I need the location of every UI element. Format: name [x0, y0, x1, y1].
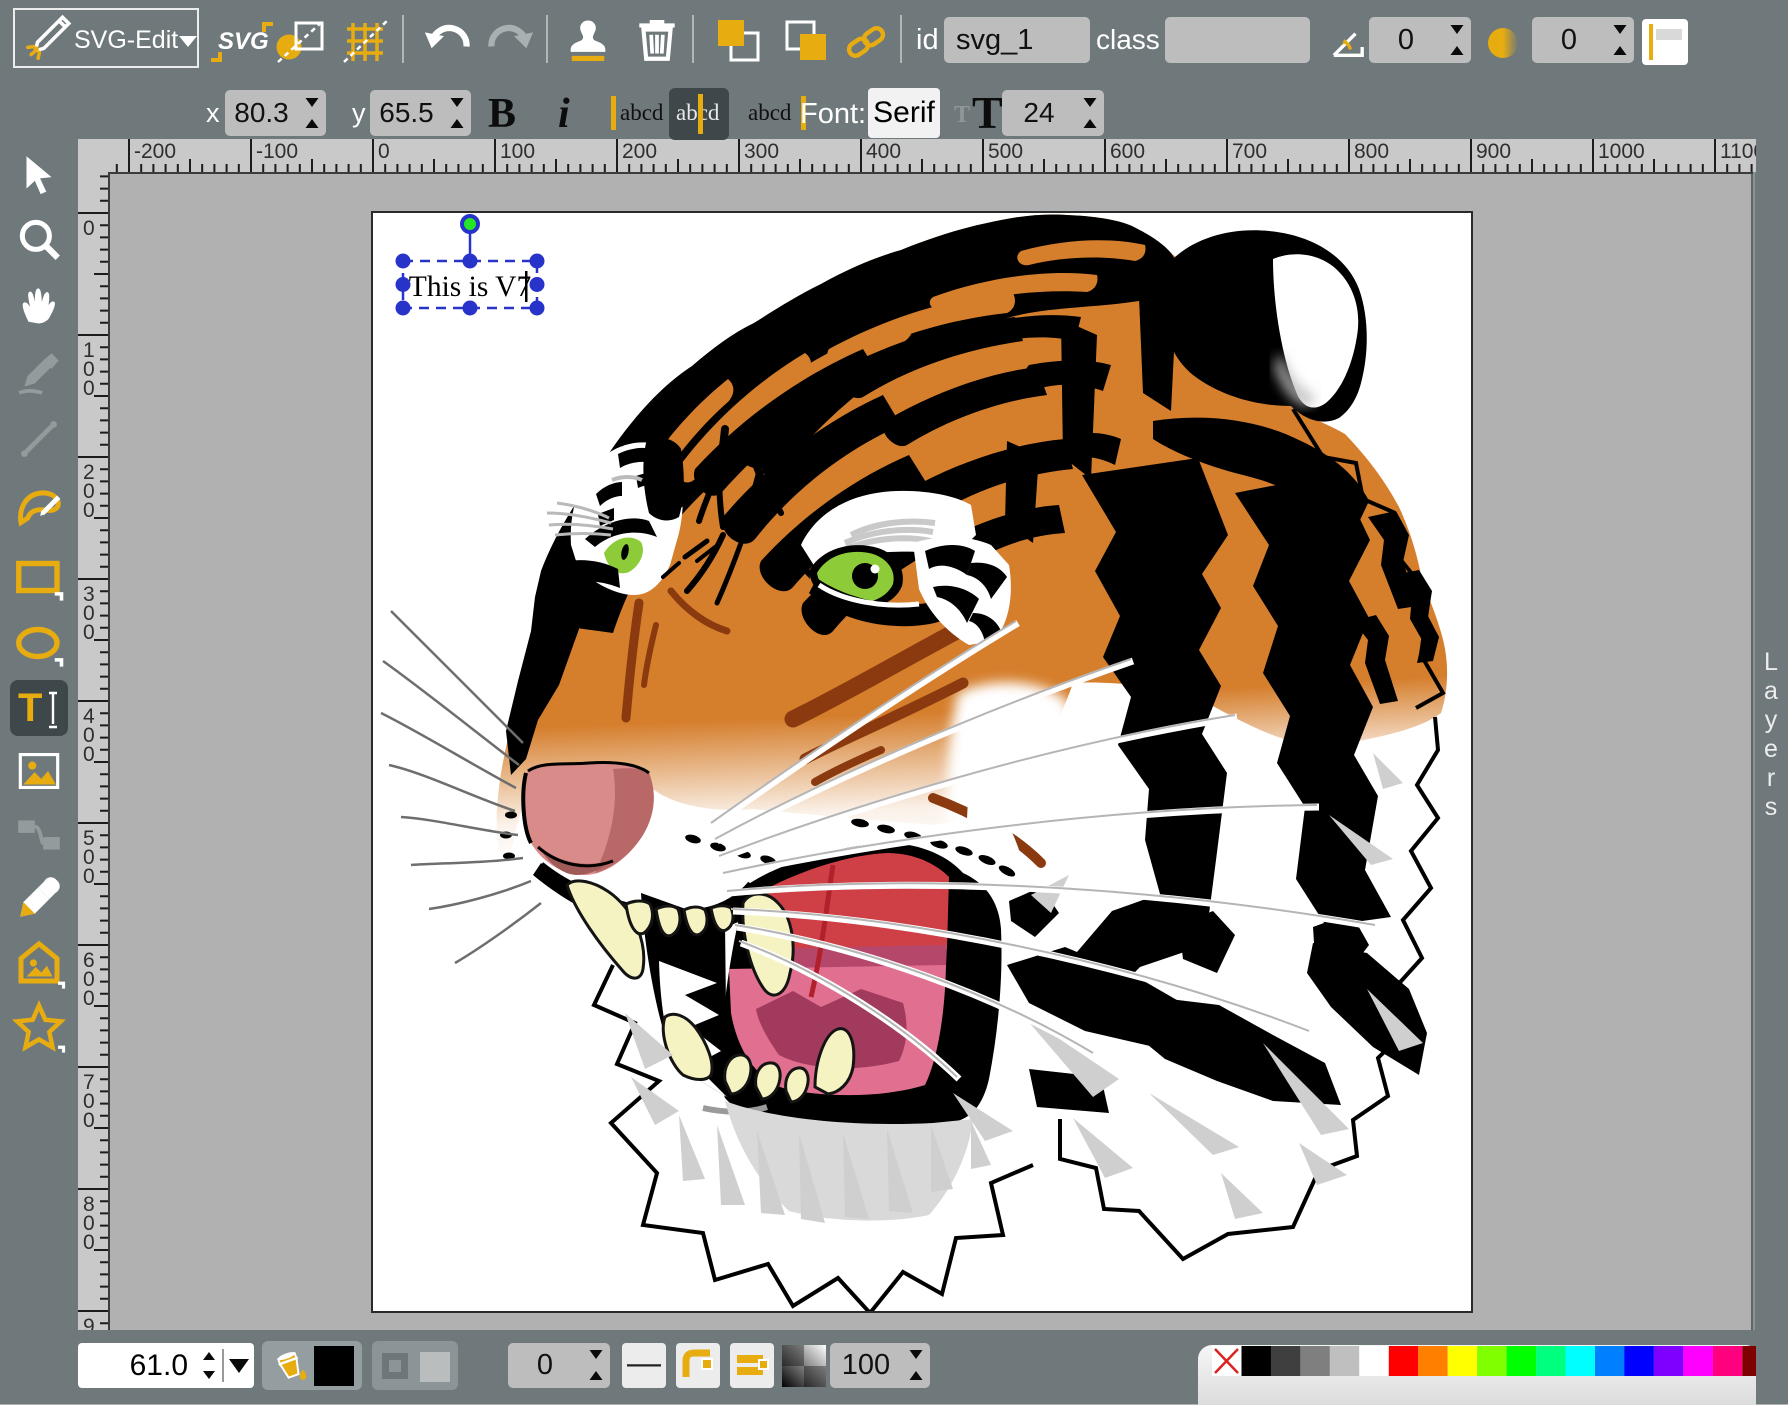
svg-text:900: 900	[1476, 140, 1511, 163]
svg-text:200: 200	[83, 461, 95, 522]
svg-text:600: 600	[83, 949, 95, 1010]
svg-text:800: 800	[83, 1193, 95, 1254]
svg-text:-100: -100	[256, 140, 298, 163]
svg-text:500: 500	[988, 140, 1023, 163]
svg-text:200: 200	[622, 140, 657, 163]
svg-text:700: 700	[1232, 140, 1267, 163]
svg-text:100: 100	[83, 339, 95, 400]
svg-text:0: 0	[378, 140, 390, 163]
svg-text:400: 400	[866, 140, 901, 163]
svg-text:100: 100	[500, 140, 535, 163]
svg-text:1100: 1100	[1720, 140, 1756, 163]
svg-text:900: 900	[83, 1315, 95, 1330]
svg-text:This is V7: This is V7	[409, 271, 531, 303]
svg-text:400: 400	[83, 705, 95, 766]
svg-text:600: 600	[1110, 140, 1145, 163]
svg-text:300: 300	[744, 140, 779, 163]
svg-text:700: 700	[83, 1071, 95, 1132]
svg-text:1000: 1000	[1598, 140, 1645, 163]
svg-text:500: 500	[83, 827, 95, 888]
svg-text:-200: -200	[134, 140, 176, 163]
svg-text:800: 800	[1354, 140, 1389, 163]
svg-text:0: 0	[83, 217, 95, 240]
svg-text:300: 300	[83, 583, 95, 644]
